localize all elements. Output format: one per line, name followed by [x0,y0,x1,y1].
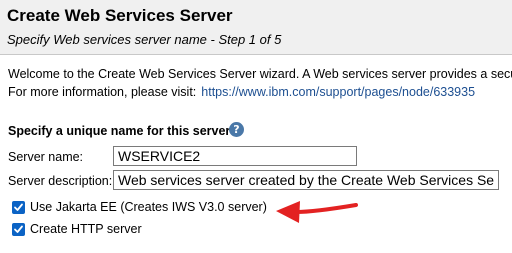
server-description-label: Server description: [8,174,113,188]
help-icon[interactable]: ? [229,122,244,137]
server-name-label: Server name: [8,150,84,164]
page-header: Create Web Services Server Specify Web s… [0,0,512,55]
create-http-server-label: Create HTTP server [30,222,142,236]
check-icon [14,203,23,211]
create-http-server-checkbox[interactable] [12,222,25,236]
server-description-input[interactable] [113,170,499,190]
more-info-link[interactable]: https://www.ibm.com/support/pages/node/6… [201,85,475,99]
jakarta-ee-option[interactable]: Use Jakarta EE (Creates IWS V3.0 server) [12,199,267,215]
section-title: Specify a unique name for this server [8,124,231,138]
welcome-text: Welcome to the Create Web Services Serve… [8,67,512,81]
jakarta-ee-checkbox[interactable] [12,200,25,214]
more-info-line: For more information, please visit: https… [8,85,475,99]
check-icon [14,225,23,233]
create-http-server-option[interactable]: Create HTTP server [12,221,142,237]
more-info-label: For more information, please visit: [8,85,197,99]
red-arrow-annotation [276,201,358,223]
page-title: Create Web Services Server [7,6,233,25]
jakarta-ee-label: Use Jakarta EE (Creates IWS V3.0 server) [30,200,267,214]
page-subtitle: Specify Web services server name - Step … [7,32,282,47]
server-name-input[interactable] [113,146,357,166]
